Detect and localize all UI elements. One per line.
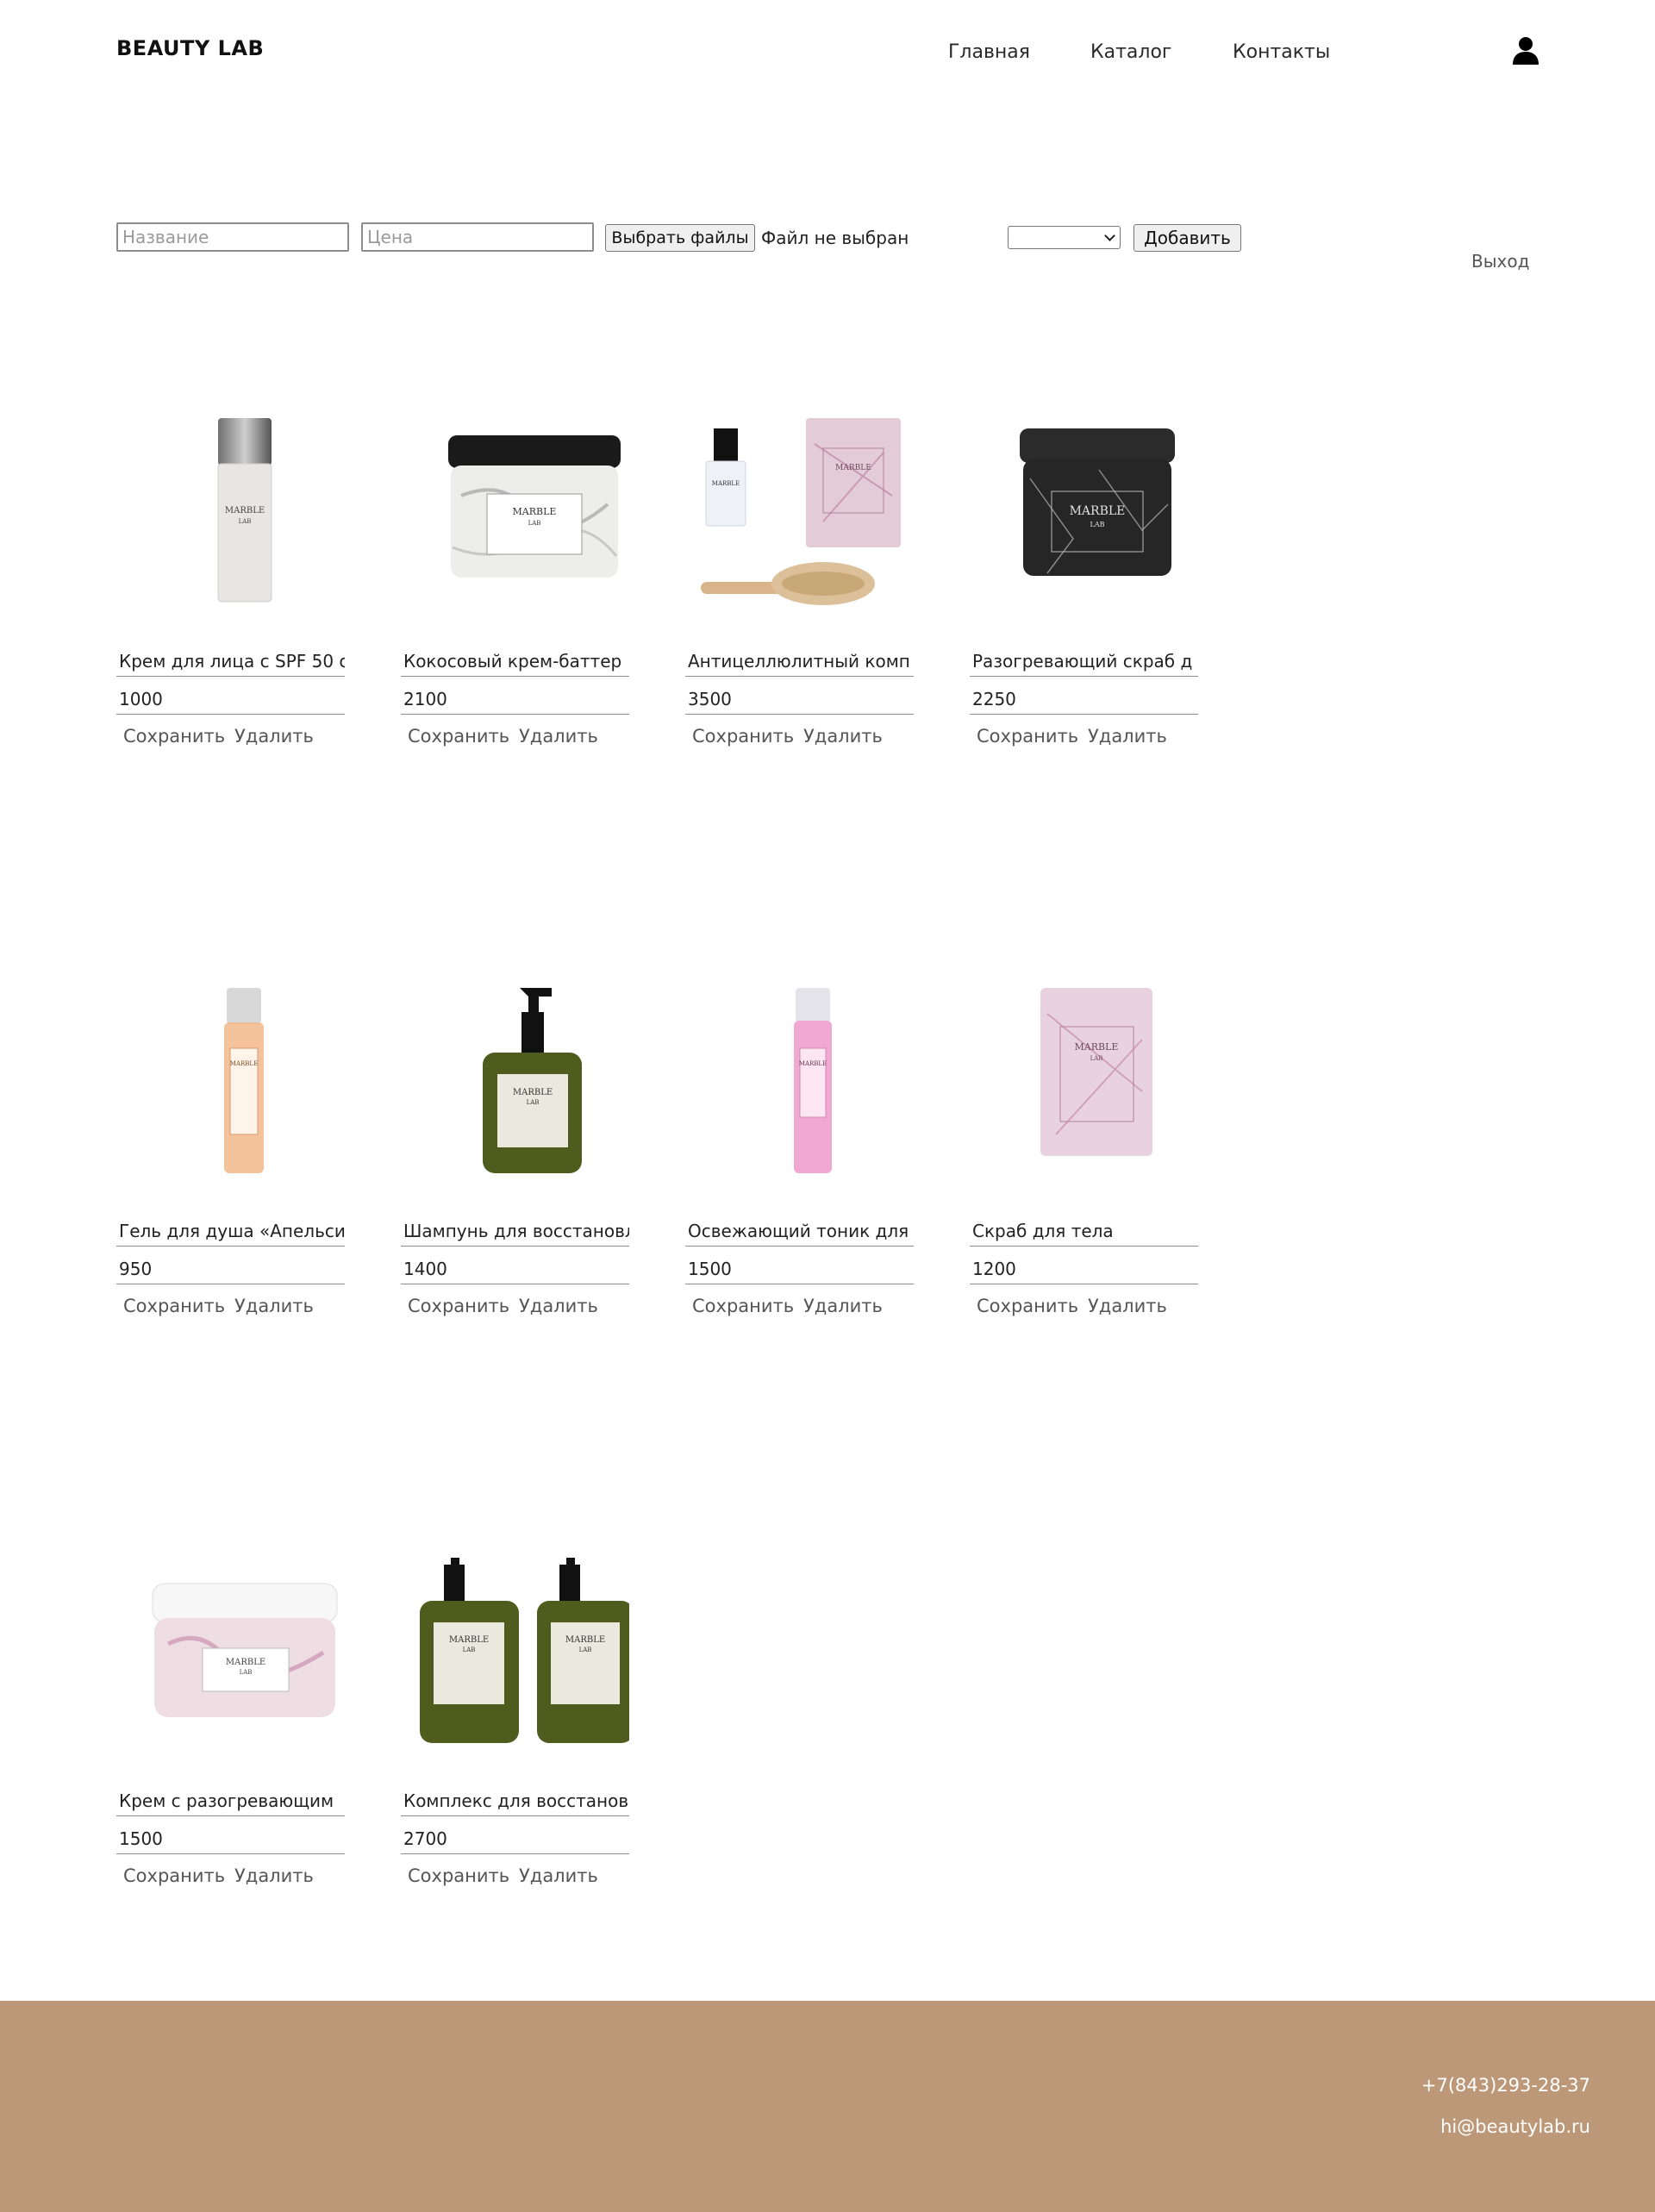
site-footer: +7(843)293-28-37 hi@beautylab.ru (0, 2001, 1655, 2212)
svg-text:MARBLE: MARBLE (835, 464, 871, 472)
product-image: MARBLE (794, 988, 832, 1173)
product-price-field[interactable]: 1000 (116, 682, 345, 715)
product-card: MARBLE LAB Крем для лица с SPF 50 с 1000… (116, 418, 345, 780)
delete-button[interactable]: Удалить (234, 1865, 314, 1886)
product-image: MARBLE LAB (1020, 428, 1175, 576)
delete-button[interactable]: Удалить (519, 1296, 598, 1316)
delete-button[interactable]: Удалить (519, 1865, 598, 1886)
product-card: MARBLE LAB Разогревающий скраб д 2250 Со… (970, 418, 1198, 780)
svg-text:MARBLE: MARBLE (1070, 504, 1126, 518)
svg-text:MARBLE: MARBLE (799, 1060, 827, 1067)
product-name-field[interactable]: Кокосовый крем-баттер (401, 644, 629, 677)
delete-button[interactable]: Удалить (519, 726, 598, 747)
product-name-field[interactable]: Крем для лица с SPF 50 с (116, 644, 345, 677)
svg-text:MARBLE: MARBLE (565, 1635, 605, 1645)
save-button[interactable]: Сохранить (692, 1296, 794, 1316)
save-button[interactable]: Сохранить (123, 1865, 225, 1886)
product-card: MARBLE Гель для душа «Апельсин 950 Сохра… (116, 988, 345, 1350)
product-name-field[interactable]: Разогревающий скраб д (970, 644, 1198, 677)
save-button[interactable]: Сохранить (977, 726, 1078, 747)
svg-text:MARBLE: MARBLE (712, 480, 740, 487)
svg-text:LAB: LAB (1090, 1055, 1103, 1062)
svg-text:MARBLE: MARBLE (225, 506, 265, 516)
svg-text:MARBLE: MARBLE (449, 1635, 489, 1645)
product-price-field[interactable]: 1500 (116, 1821, 345, 1854)
delete-button[interactable]: Удалить (234, 1296, 314, 1316)
svg-text:MARBLE: MARBLE (230, 1060, 258, 1067)
svg-text:MARBLE: MARBLE (513, 1088, 553, 1097)
product-name-field[interactable]: Комплекс для восстанов (401, 1784, 629, 1816)
delete-button[interactable]: Удалить (234, 726, 314, 747)
product-price-field[interactable]: 3500 (685, 682, 914, 715)
svg-text:LAB: LAB (463, 1647, 476, 1653)
product-price-field[interactable]: 2100 (401, 682, 629, 715)
product-name-field[interactable]: Гель для душа «Апельсин (116, 1214, 345, 1247)
save-button[interactable]: Сохранить (408, 1865, 509, 1886)
product-image: MARBLE LAB (483, 988, 582, 1173)
delete-button[interactable]: Удалить (803, 1296, 883, 1316)
product-grid: MARBLE LAB Крем для лица с SPF 50 с 1000… (0, 0, 1655, 1983)
product-image: MARBLE MARBLE (701, 418, 901, 605)
product-card: MARBLE LAB Крем с разогревающим 1500 Сох… (116, 1558, 345, 1920)
save-button[interactable]: Сохранить (123, 1296, 225, 1316)
product-card: MARBLE Освежающий тоник для 1500 Сохрани… (685, 988, 914, 1350)
save-button[interactable]: Сохранить (692, 726, 794, 747)
svg-text:MARBLE: MARBLE (226, 1658, 265, 1667)
product-card: MARBLE LAB Скраб для тела 1200 Сохранить… (970, 988, 1198, 1350)
product-price-field[interactable]: 1200 (970, 1252, 1198, 1284)
svg-text:LAB: LAB (240, 1669, 253, 1676)
svg-text:LAB: LAB (579, 1647, 592, 1653)
svg-text:LAB: LAB (528, 520, 541, 527)
product-name-field[interactable]: Освежающий тоник для (685, 1214, 914, 1247)
product-card: MARBLE LAB Шампунь для восстановл 1400 С… (401, 988, 629, 1350)
save-button[interactable]: Сохранить (408, 726, 509, 747)
footer-phone[interactable]: +7(843)293-28-37 (1421, 2075, 1590, 2096)
product-name-field[interactable]: Крем с разогревающим (116, 1784, 345, 1816)
product-card: MARBLE MARBLE Антицеллюлитный комп 3500 … (685, 418, 914, 780)
save-button[interactable]: Сохранить (123, 726, 225, 747)
product-price-field[interactable]: 2700 (401, 1821, 629, 1854)
product-image: MARBLE LAB (1040, 988, 1152, 1156)
product-name-field[interactable]: Скраб для тела (970, 1214, 1198, 1247)
svg-text:MARBLE: MARBLE (1075, 1041, 1119, 1053)
svg-text:MARBLE: MARBLE (513, 506, 557, 517)
svg-text:LAB: LAB (1090, 521, 1105, 528)
product-name-field[interactable]: Антицеллюлитный комп (685, 644, 914, 677)
product-price-field[interactable]: 2250 (970, 682, 1198, 715)
product-price-field[interactable]: 950 (116, 1252, 345, 1284)
product-image: MARBLE LAB (152, 1583, 338, 1717)
product-name-field[interactable]: Шампунь для восстановл (401, 1214, 629, 1247)
save-button[interactable]: Сохранить (977, 1296, 1078, 1316)
product-card: MARBLE LAB MARBLE LAB Комплекс для восст… (401, 1558, 629, 1920)
product-price-field[interactable]: 1400 (401, 1252, 629, 1284)
svg-text:LAB: LAB (527, 1099, 540, 1106)
delete-button[interactable]: Удалить (1088, 1296, 1167, 1316)
product-image: MARBLE LAB (217, 418, 272, 603)
product-image: MARBLE LAB (448, 435, 621, 578)
product-card: MARBLE LAB Кокосовый крем-баттер 2100 Со… (401, 418, 629, 780)
product-price-field[interactable]: 1500 (685, 1252, 914, 1284)
svg-text:LAB: LAB (239, 518, 252, 525)
delete-button[interactable]: Удалить (1088, 726, 1167, 747)
product-image: MARBLE LAB MARBLE LAB (420, 1558, 629, 1743)
delete-button[interactable]: Удалить (803, 726, 883, 747)
footer-email[interactable]: hi@beautylab.ru (1440, 2116, 1590, 2137)
save-button[interactable]: Сохранить (408, 1296, 509, 1316)
product-image: MARBLE (224, 988, 264, 1173)
